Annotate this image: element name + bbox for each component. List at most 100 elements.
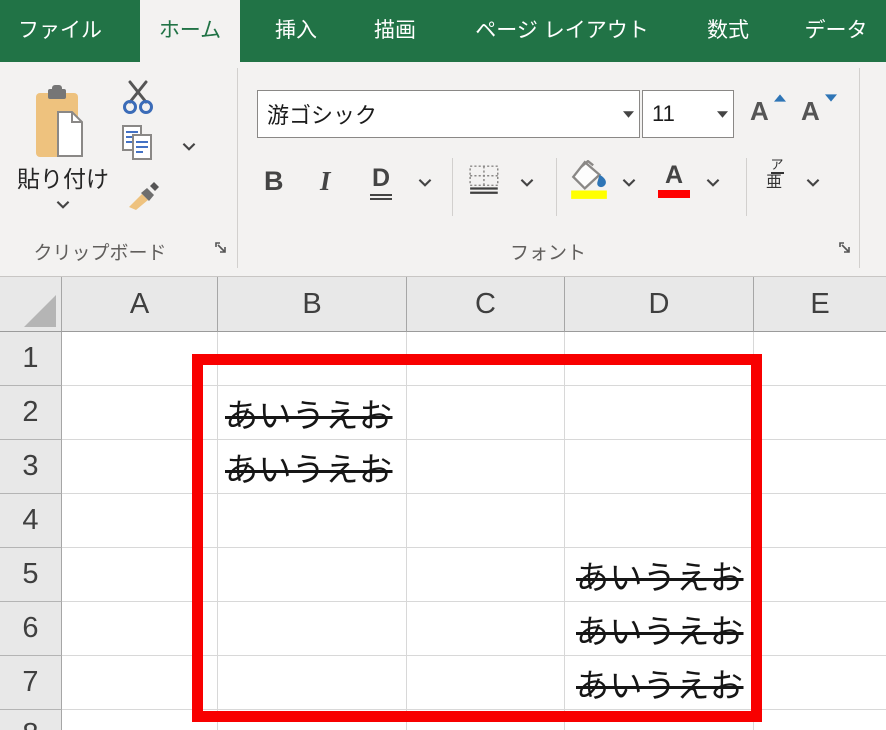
cell-D6[interactable]: あいうえお xyxy=(565,602,754,656)
font-size-dropdown-icon[interactable] xyxy=(711,110,733,118)
font-color-dropdown-chevron-icon[interactable] xyxy=(706,178,720,187)
phonetic-dropdown-chevron-icon[interactable] xyxy=(806,178,820,187)
font-dialog-launcher-icon[interactable] xyxy=(838,241,853,256)
paste-button[interactable] xyxy=(34,84,88,167)
fill-color-button[interactable] xyxy=(568,159,610,205)
cell-C2[interactable] xyxy=(407,386,565,440)
cell-D3[interactable] xyxy=(565,440,754,494)
cell-C5[interactable] xyxy=(407,548,565,602)
cell-D7[interactable]: あいうえお xyxy=(565,656,754,710)
cell-D2[interactable] xyxy=(565,386,754,440)
cell-E4[interactable] xyxy=(754,494,886,548)
italic-button[interactable]: I xyxy=(320,166,331,197)
bold-button[interactable]: B xyxy=(264,166,284,197)
column-header-a[interactable]: A xyxy=(62,277,218,332)
row-header-1[interactable]: 1 xyxy=(0,332,62,386)
underline-button[interactable]: D xyxy=(370,164,393,200)
clipboard-dialog-launcher-icon[interactable] xyxy=(214,241,229,256)
font-name-combo[interactable]: 游ゴシック xyxy=(257,90,640,138)
cell-C4[interactable] xyxy=(407,494,565,548)
cell-D6-text: あいうえお xyxy=(576,612,744,650)
cell-B6[interactable] xyxy=(218,602,407,656)
tab-data[interactable]: データ xyxy=(805,0,868,62)
row-7: 7 あいうえお xyxy=(0,656,886,710)
tab-home-label[interactable]: ホーム xyxy=(159,0,221,62)
column-header-b[interactable]: B xyxy=(218,277,407,332)
row-header-4[interactable]: 4 xyxy=(0,494,62,548)
cell-D5[interactable]: あいうえお xyxy=(565,548,754,602)
cell-E6[interactable] xyxy=(754,602,886,656)
cell-B4[interactable] xyxy=(218,494,407,548)
row-header-2[interactable]: 2 xyxy=(0,386,62,440)
column-header-row: A B C D E xyxy=(0,277,886,332)
row-header-6[interactable]: 6 xyxy=(0,602,62,656)
border-bottom-double-icon xyxy=(469,165,499,194)
cell-D4[interactable] xyxy=(565,494,754,548)
cell-A8[interactable] xyxy=(62,710,218,730)
cell-E2[interactable] xyxy=(754,386,886,440)
cell-D1[interactable] xyxy=(565,332,754,386)
cell-A2[interactable] xyxy=(62,386,218,440)
borders-button[interactable] xyxy=(468,164,502,201)
cell-C7[interactable] xyxy=(407,656,565,710)
copy-button[interactable] xyxy=(121,124,155,167)
format-painter-brush-icon xyxy=(129,182,159,210)
cell-E5[interactable] xyxy=(754,548,886,602)
cell-C6[interactable] xyxy=(407,602,565,656)
cell-E8[interactable] xyxy=(754,710,886,730)
clipboard-paste-icon xyxy=(36,85,83,157)
cell-A5[interactable] xyxy=(62,548,218,602)
font-size-combo[interactable]: 11 xyxy=(642,90,734,138)
cell-C8[interactable] xyxy=(407,710,565,730)
cell-B5[interactable] xyxy=(218,548,407,602)
cell-B8[interactable] xyxy=(218,710,407,730)
row-header-3[interactable]: 3 xyxy=(0,440,62,494)
paste-dropdown-chevron-icon[interactable] xyxy=(56,200,70,209)
row-header-5[interactable]: 5 xyxy=(0,548,62,602)
font-color-button[interactable]: A xyxy=(658,162,690,198)
paint-bucket-icon xyxy=(571,159,607,199)
select-all-corner[interactable] xyxy=(0,277,62,332)
cell-A7[interactable] xyxy=(62,656,218,710)
underline-dropdown-chevron-icon[interactable] xyxy=(418,178,432,187)
copy-dropdown-chevron-icon[interactable] xyxy=(182,142,196,151)
phonetic-base-text: 亜 xyxy=(766,174,783,191)
cell-A6[interactable] xyxy=(62,602,218,656)
cell-E3[interactable] xyxy=(754,440,886,494)
font-size-value[interactable]: 11 xyxy=(643,101,711,127)
cut-button[interactable] xyxy=(122,80,154,121)
cell-B7[interactable] xyxy=(218,656,407,710)
tab-formulas[interactable]: 数式 xyxy=(707,0,749,62)
borders-dropdown-chevron-icon[interactable] xyxy=(520,178,534,187)
column-header-e[interactable]: E xyxy=(754,277,886,332)
row-3: 3 あいうえお xyxy=(0,440,886,494)
fill-color-dropdown-chevron-icon[interactable] xyxy=(622,178,636,187)
cell-A4[interactable] xyxy=(62,494,218,548)
format-painter-button[interactable] xyxy=(128,180,160,217)
phonetic-guide-button[interactable]: ア 亜 xyxy=(766,158,784,191)
column-header-d[interactable]: D xyxy=(565,277,754,332)
cell-C1[interactable] xyxy=(407,332,565,386)
cell-C3[interactable] xyxy=(407,440,565,494)
row-header-8[interactable]: 8 xyxy=(0,710,62,730)
font-name-value[interactable]: 游ゴシック xyxy=(258,98,617,130)
row-header-7[interactable]: 7 xyxy=(0,656,62,710)
cell-B3[interactable]: あいうえお xyxy=(218,440,407,494)
increase-font-size-button[interactable]: A xyxy=(750,94,786,127)
cell-B1[interactable] xyxy=(218,332,407,386)
cell-E7[interactable] xyxy=(754,656,886,710)
tab-file[interactable]: ファイル xyxy=(18,0,102,62)
cell-E1[interactable] xyxy=(754,332,886,386)
paste-button-label[interactable]: 貼り付け xyxy=(6,160,120,194)
decrease-font-size-button[interactable]: A xyxy=(801,94,837,127)
font-color-letter: A xyxy=(664,161,684,189)
tab-insert[interactable]: 挿入 xyxy=(275,0,317,62)
cell-D8[interactable] xyxy=(565,710,754,730)
tab-page-layout[interactable]: ページ レイアウト xyxy=(475,0,648,62)
tab-draw[interactable]: 描画 xyxy=(374,0,416,62)
cell-B2[interactable]: あいうえお xyxy=(218,386,407,440)
cell-A3[interactable] xyxy=(62,440,218,494)
column-header-c[interactable]: C xyxy=(407,277,565,332)
cell-A1[interactable] xyxy=(62,332,218,386)
font-name-dropdown-icon[interactable] xyxy=(617,110,639,118)
